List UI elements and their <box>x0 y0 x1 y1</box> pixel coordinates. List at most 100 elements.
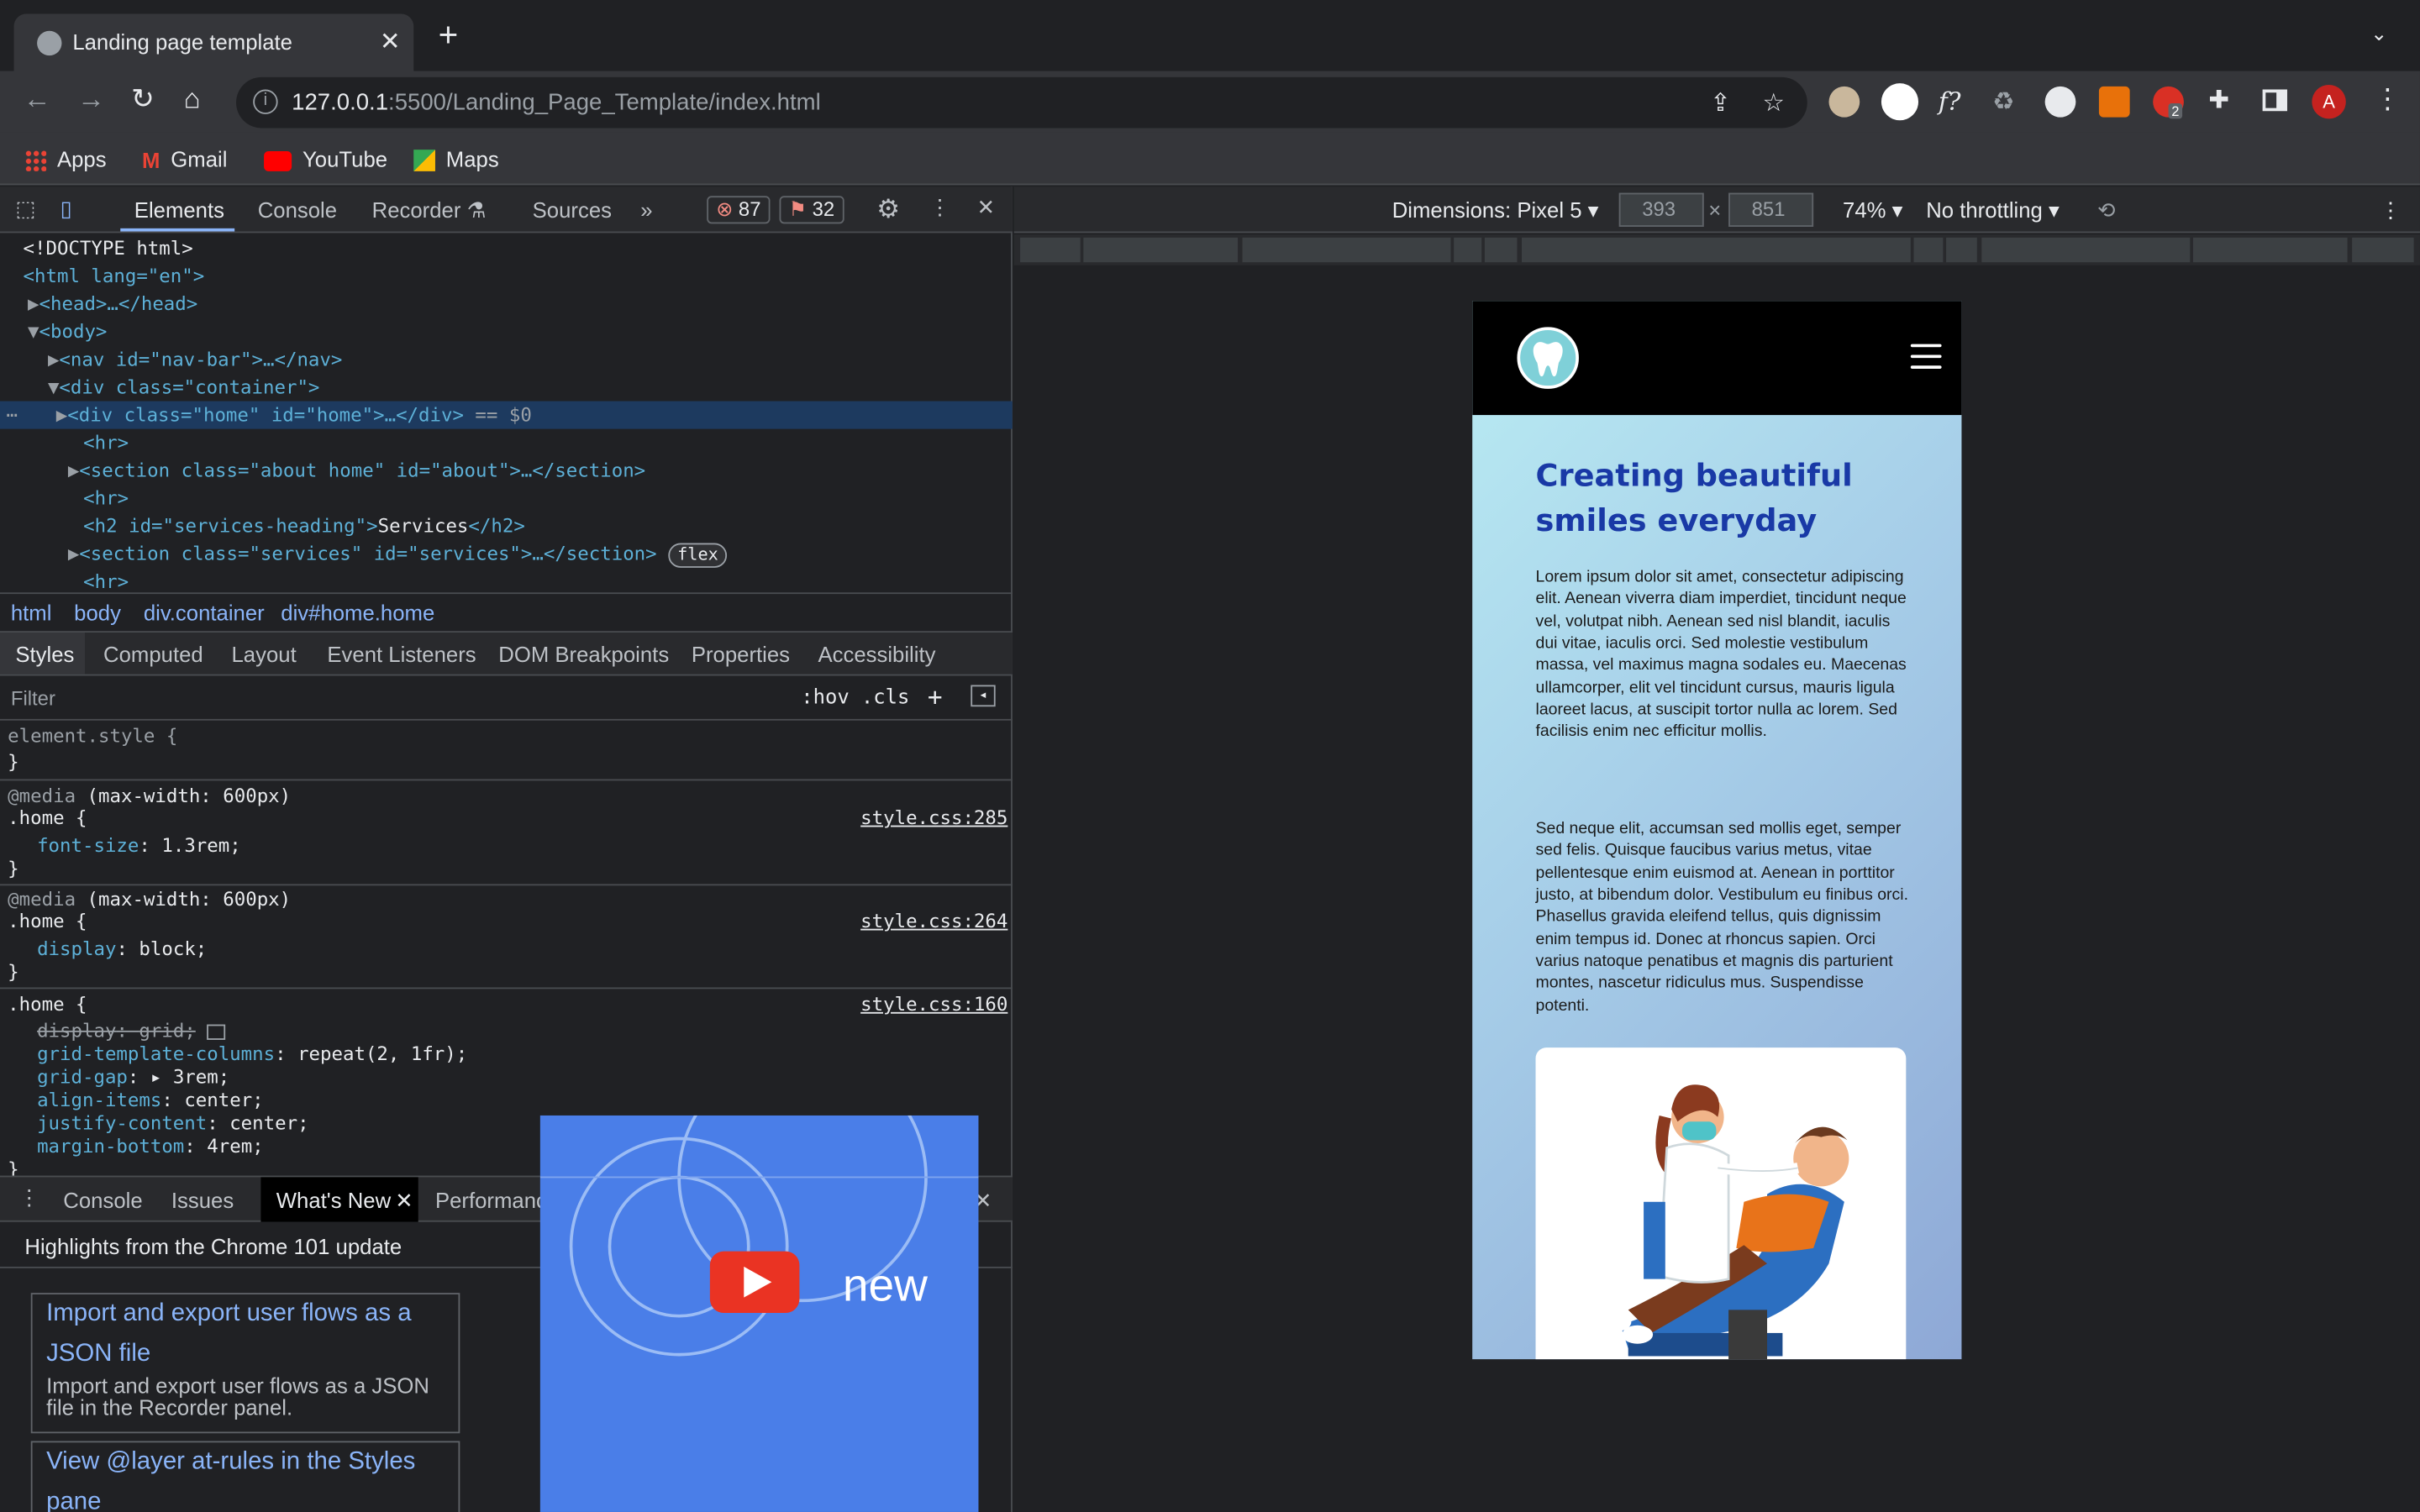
dom-node-body[interactable]: ▼<body> <box>0 318 1013 345</box>
dom-node-head[interactable]: ▶<head>…</head> <box>0 290 1013 318</box>
bookmark-maps[interactable]: Maps <box>413 146 499 172</box>
dom-node-container[interactable]: ▼<div class="container"> <box>0 373 1013 401</box>
drawer-tab-console[interactable]: Console <box>63 1188 142 1212</box>
collapse-triangle-icon[interactable]: ▼ <box>28 321 39 343</box>
ruler-segment[interactable] <box>2352 237 2414 263</box>
rotate-icon[interactable]: ⟲ <box>2097 197 2116 223</box>
profile-avatar[interactable]: A <box>2312 85 2346 119</box>
extension-pen-icon[interactable] <box>1881 83 1919 121</box>
height-input[interactable]: 851 <box>1728 192 1814 227</box>
css-declaration[interactable]: align-items: center; <box>37 1089 264 1113</box>
dom-node-html[interactable]: <html lang="en"> <box>0 262 1013 290</box>
ruler-segment[interactable] <box>2192 237 2348 263</box>
ruler-segment[interactable] <box>1083 237 1239 263</box>
whats-new-card[interactable]: View @layer at-rules in the Styles pane <box>30 1441 460 1512</box>
ruler-segment[interactable] <box>1454 237 1482 263</box>
reload-icon[interactable]: ↻ <box>131 83 155 116</box>
grid-editor-icon[interactable] <box>207 1023 226 1040</box>
tab-properties[interactable]: Properties <box>692 642 790 666</box>
tab-styles[interactable]: Styles <box>15 642 74 666</box>
site-info-icon[interactable]: i <box>253 89 278 114</box>
card-title[interactable]: Import and export user flows as a JSON f… <box>46 1294 448 1375</box>
css-declaration[interactable]: display: block; <box>37 938 207 962</box>
source-link[interactable]: style.css:264 <box>860 911 1007 932</box>
dom-node-h2[interactable]: <h2 id="services-heading">Services</h2> <box>0 512 1013 540</box>
browser-tab[interactable]: Landing page template ✕ <box>13 13 414 71</box>
toggle-sidebar-icon[interactable]: ◂ <box>971 685 996 707</box>
back-icon[interactable]: ← <box>24 83 51 116</box>
rule-selector[interactable]: .home { <box>8 807 87 831</box>
browser-menu-icon[interactable]: ⋮ <box>2374 83 2402 116</box>
extension-recycle-icon[interactable]: ♻ <box>1992 87 2014 118</box>
tab-elements[interactable]: Elements <box>134 197 224 222</box>
width-input[interactable]: 393 <box>1618 192 1704 227</box>
dimensions-dropdown[interactable]: Dimensions: Pixel 5 ▾ <box>1392 197 1599 223</box>
dom-node-hr[interactable]: <hr> <box>0 485 1013 512</box>
element-style-selector[interactable]: element.style { <box>8 725 177 748</box>
tab-dom-breakpoints[interactable]: DOM Breakpoints <box>498 642 669 666</box>
breadcrumb-container[interactable]: div.container <box>144 600 265 624</box>
breadcrumb-body[interactable]: body <box>74 600 121 624</box>
whats-new-card[interactable]: Import and export user flows as a JSON f… <box>30 1293 460 1434</box>
address-bar[interactable]: i 127.0.0.1:5500/Landing_Page_Template/i… <box>236 76 1807 129</box>
dom-node-nav[interactable]: ▶<nav id="nav-bar">…</nav> <box>0 345 1013 373</box>
expand-triangle-icon[interactable]: ▶ <box>48 349 59 370</box>
source-link[interactable]: style.css:285 <box>860 807 1007 829</box>
ruler-segment[interactable] <box>1020 237 1081 263</box>
extension-check-icon[interactable] <box>2044 86 2076 118</box>
breadcrumb-home[interactable]: div#home.home <box>281 600 434 624</box>
tab-sources[interactable]: Sources <box>533 197 612 222</box>
tab-computed[interactable]: Computed <box>103 642 203 666</box>
ruler-segment[interactable] <box>1242 237 1451 263</box>
css-declaration[interactable]: grid-gap: ▸ 3rem; <box>37 1066 229 1089</box>
bookmark-star-icon[interactable]: ☆ <box>1763 88 1785 119</box>
expand-triangle-icon[interactable]: ▶ <box>68 459 79 481</box>
tab-console[interactable]: Console <box>258 197 337 222</box>
css-declaration[interactable]: margin-bottom: 4rem; <box>37 1136 264 1159</box>
css-declaration[interactable]: grid-template-columns: repeat(2, 1fr); <box>37 1043 467 1067</box>
home-icon[interactable]: ⌂ <box>184 83 201 116</box>
dom-node-hr[interactable]: <hr> <box>0 568 1013 593</box>
new-tab-icon[interactable]: + <box>439 18 459 51</box>
share-icon[interactable]: ⇪ <box>1710 88 1731 119</box>
rule-selector[interactable]: .home { <box>8 911 87 934</box>
tab-search-icon[interactable]: ⌄ <box>2370 22 2387 46</box>
breadcrumb-html[interactable]: html <box>11 600 52 624</box>
tab-event-listeners[interactable]: Event Listeners <box>327 642 476 666</box>
ruler-segment[interactable] <box>1946 237 1977 263</box>
ruler-segment[interactable] <box>1484 237 1518 263</box>
close-devtools-icon[interactable]: ✕ <box>977 194 996 220</box>
flex-badge[interactable]: flex <box>668 543 728 568</box>
dom-node-about[interactable]: ▶<section class="about home" id="about">… <box>0 457 1013 485</box>
css-declaration[interactable]: font-size: 1.3rem; <box>37 835 241 858</box>
extension-owl-icon[interactable] <box>1828 86 1860 118</box>
device-toolbar-icon[interactable]: ▯ <box>60 196 72 222</box>
dom-node-services[interactable]: ▶<section class="services" id="services"… <box>0 540 1013 568</box>
dom-node-hr[interactable]: <hr> <box>0 429 1013 457</box>
close-whats-new-icon[interactable]: ✕ <box>395 1188 413 1214</box>
source-link[interactable]: style.css:160 <box>860 994 1007 1016</box>
tab-layout[interactable]: Layout <box>232 642 297 666</box>
css-declaration-struck[interactable]: display: grid; <box>37 1020 226 1043</box>
devtools-menu-icon[interactable]: ⋮ <box>929 194 951 220</box>
settings-gear-icon[interactable]: ⚙ <box>876 194 900 225</box>
bookmark-gmail[interactable]: M Gmail <box>142 146 227 173</box>
collapse-triangle-icon[interactable]: ▼ <box>48 376 59 398</box>
drawer-tab-whats-new[interactable]: What's New <box>276 1188 391 1212</box>
ruler-segment[interactable] <box>1981 237 2191 263</box>
tab-accessibility[interactable]: Accessibility <box>818 642 935 666</box>
tooth-logo-icon[interactable] <box>1517 327 1579 389</box>
device-menu-icon[interactable]: ⋮ <box>2380 197 2402 223</box>
expand-triangle-icon[interactable]: ▶ <box>28 293 39 315</box>
error-count-badge[interactable]: ⊗ 87 <box>707 196 771 224</box>
forward-icon[interactable]: → <box>77 83 105 116</box>
dom-node-home-selected[interactable]: ⋯ ▶<div class="home" id="home">…</div> ==… <box>0 401 1013 429</box>
inspect-element-icon[interactable]: ⬚ <box>15 196 35 222</box>
css-declaration[interactable]: justify-content: center; <box>37 1112 308 1136</box>
card-title[interactable]: View @layer at-rules in the Styles pane <box>46 1442 448 1512</box>
throttling-dropdown[interactable]: No throttling ▾ <box>1926 197 2060 223</box>
class-toggle[interactable]: .cls <box>861 686 910 710</box>
whats-new-video-thumbnail[interactable]: new <box>539 1115 979 1512</box>
side-panel-icon[interactable] <box>2262 89 2287 112</box>
styles-filter-input[interactable]: Filter <box>11 686 55 710</box>
